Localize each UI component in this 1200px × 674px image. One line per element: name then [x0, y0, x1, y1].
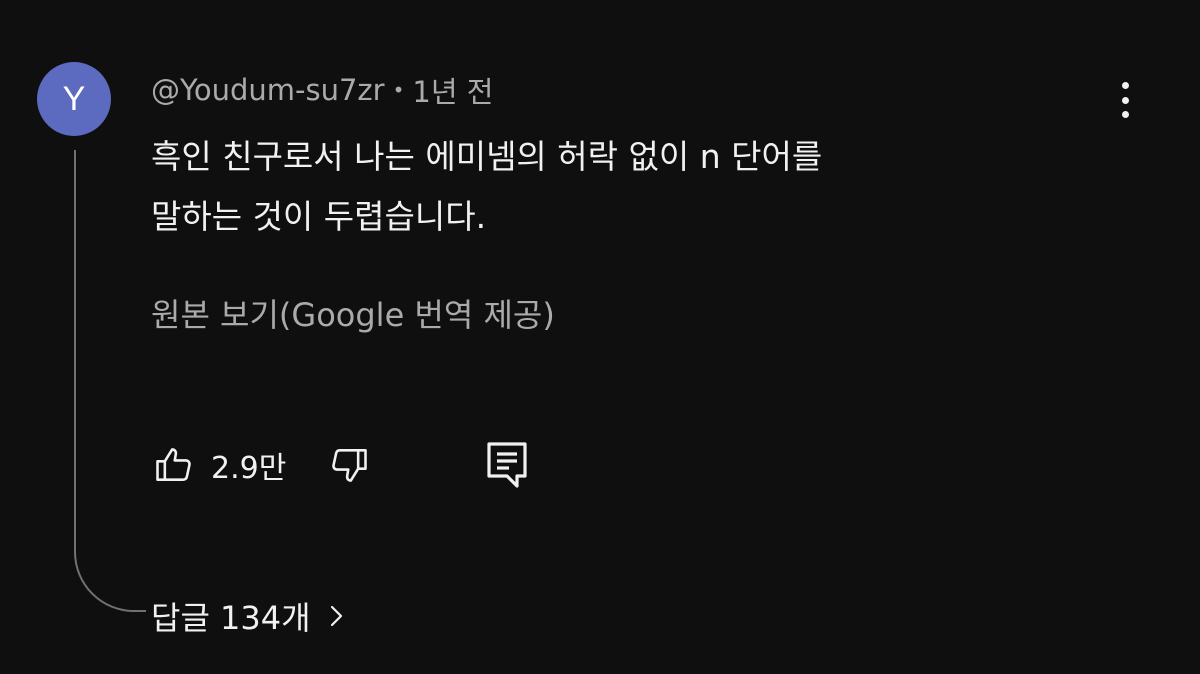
more-options-button[interactable]: [1105, 78, 1145, 122]
comment-text-line-2: 말하는 것이 두렵습니다.: [151, 197, 487, 236]
reply-button[interactable]: [485, 440, 529, 490]
avatar[interactable]: Y: [37, 62, 111, 136]
author-name[interactable]: @Youdum-su7zr: [151, 73, 385, 107]
more-vert-icon: [1121, 82, 1129, 118]
like-button[interactable]: 2.9만: [151, 442, 286, 488]
view-replies-button[interactable]: 답글 134개: [151, 592, 345, 640]
thread-connector-line: [74, 150, 146, 612]
see-original-link[interactable]: 원본 보기(Google 번역 제공): [151, 290, 555, 336]
thumbs-up-icon: [151, 443, 197, 487]
meta-separator: •: [392, 78, 405, 102]
dislike-button[interactable]: [326, 442, 372, 488]
replies-count-label: 답글 134개: [151, 599, 311, 637]
comment-timestamp[interactable]: 1년 전: [412, 69, 493, 111]
comment-body: 흑인 친구로서 나는 에미넴의 허락 없이 n 단어를 말하는 것이 두렵습니다…: [151, 127, 1051, 247]
chevron-right-icon: [329, 602, 345, 630]
avatar-letter: Y: [62, 79, 86, 118]
thumbs-down-icon: [326, 443, 372, 487]
comment-header: @Youdum-su7zr • 1년 전: [151, 70, 493, 110]
like-count: 2.9만: [211, 451, 287, 486]
comment-icon: [485, 440, 529, 490]
comment-text-line-1: 흑인 친구로서 나는 에미넴의 허락 없이 n 단어를: [151, 137, 823, 176]
